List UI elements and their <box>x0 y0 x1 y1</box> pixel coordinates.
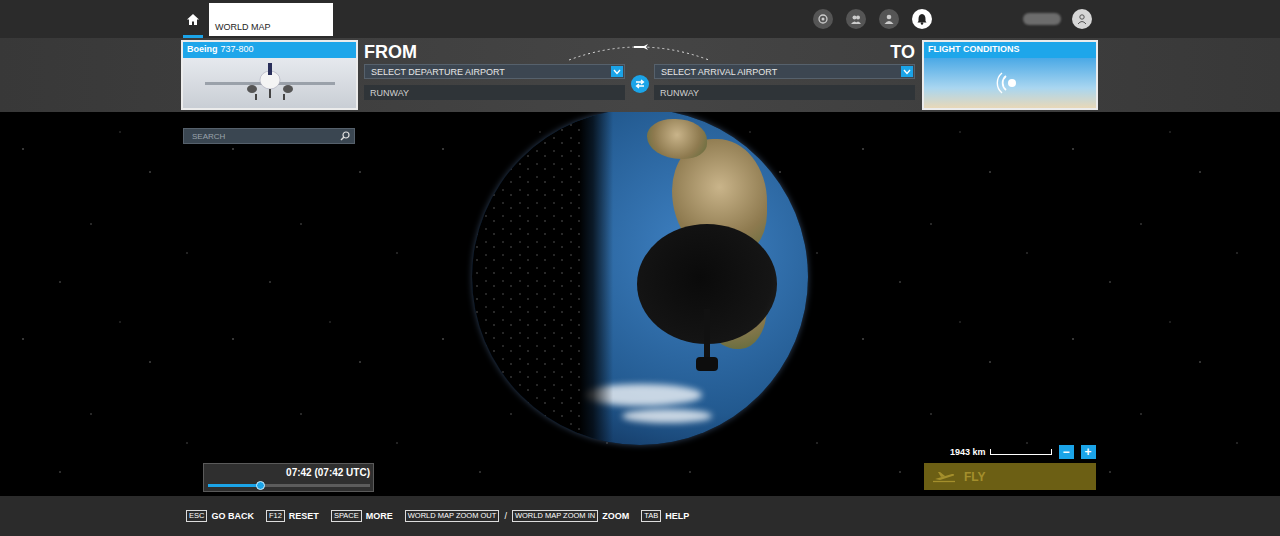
key-cap: SPACE <box>331 510 362 522</box>
time-slider-fill <box>208 484 261 487</box>
chevron-down-icon <box>903 69 911 75</box>
route-panel: FROM SELECT DEPARTURE AIRPORT RUNWAY TO SELE… <box>364 40 915 112</box>
time-of-day-panel: 07:42 (07:42 UTC) <box>203 463 374 492</box>
hint-separator: / <box>504 511 507 521</box>
city-lights <box>472 112 582 445</box>
profile-icon <box>883 13 895 25</box>
key-cap: WORLD MAP ZOOM OUT <box>405 510 500 522</box>
fly-label: FLY <box>964 470 986 484</box>
departure-airport-placeholder: SELECT DEPARTURE AIRPORT <box>371 67 505 77</box>
arrival-airport-dropdown[interactable]: SELECT ARRIVAL AIRPORT <box>654 64 915 79</box>
avatar-button[interactable] <box>1072 9 1092 29</box>
hint-item[interactable]: ESC GO BACK <box>186 510 254 522</box>
swap-button[interactable] <box>631 75 649 93</box>
key-cap: WORLD MAP ZOOM IN <box>512 510 598 522</box>
departure-runway-field[interactable]: RUNWAY <box>364 85 625 100</box>
landing-wheels <box>696 357 718 371</box>
scale-reading: 1943 km <box>950 447 986 457</box>
search-input[interactable] <box>192 132 340 141</box>
arrival-airport-placeholder: SELECT ARRIVAL AIRPORT <box>661 67 777 77</box>
header-icons <box>813 0 1280 38</box>
takeoff-icon <box>932 471 956 483</box>
from-label-text: FROM <box>364 42 417 63</box>
scale-bar <box>990 449 1052 455</box>
time-slider-track[interactable] <box>208 484 370 487</box>
search-icon <box>340 131 350 141</box>
flight-conditions-card[interactable]: FLIGHT CONDITIONS <box>922 40 1098 110</box>
landing-gear <box>704 309 710 364</box>
key-cap: TAB <box>641 510 661 522</box>
to-label-text: TO <box>890 42 915 63</box>
breadcrumb-label: WORLD MAP <box>215 22 271 32</box>
header-button[interactable] <box>879 9 899 29</box>
flight-conditions-title: FLIGHT CONDITIONS <box>928 44 1020 56</box>
search-field[interactable] <box>183 128 355 144</box>
hint-item[interactable]: SPACE MORE <box>331 510 393 522</box>
arrival-runway-label: RUNWAY <box>660 88 699 98</box>
hint-item[interactable]: WORLD MAP ZOOM OUT / WORLD MAP ZOOM IN ZOOM <box>405 510 629 522</box>
header-button[interactable] <box>846 9 866 29</box>
chevron-down-icon <box>613 69 621 75</box>
friends-icon <box>850 13 862 25</box>
username-blurred <box>1023 13 1061 25</box>
home-icon <box>186 13 200 26</box>
marketplace-icon <box>817 13 829 25</box>
aircraft-picture <box>183 58 356 108</box>
zoom-in-button[interactable]: + <box>1081 445 1096 459</box>
from-label: FROM <box>364 40 625 64</box>
home-button[interactable] <box>183 3 203 38</box>
hint-label: ZOOM <box>602 511 629 521</box>
from-column: FROM SELECT DEPARTURE AIRPORT RUNWAY <box>364 40 625 112</box>
top-bar: WORLD MAP <box>0 0 1280 38</box>
weather-icon <box>995 68 1025 98</box>
aircraft-card-header: Boeing737-800 <box>183 42 356 58</box>
conditions-picture <box>924 58 1096 108</box>
flight-conditions-header: FLIGHT CONDITIONS <box>924 42 1096 58</box>
key-cap: F12 <box>266 510 285 522</box>
hint-bar: ESC GO BACK F12 RESET SPACE MORE WORLD MAP ZOO… <box>0 496 1280 536</box>
key-cap: ESC <box>186 510 207 522</box>
route-arc-icon <box>564 40 714 62</box>
swap-column <box>625 40 654 112</box>
hint-label: HELP <box>665 511 689 521</box>
departure-airport-dropdown[interactable]: SELECT DEPARTURE AIRPORT <box>364 64 625 79</box>
bell-icon <box>916 13 928 25</box>
swap-icon <box>634 78 646 90</box>
hint-item[interactable]: F12 RESET <box>266 510 319 522</box>
to-column: TO SELECT ARRIVAL AIRPORT RUNWAY <box>654 40 915 112</box>
breadcrumb-tab[interactable]: WORLD MAP <box>209 3 333 36</box>
aircraft-card[interactable]: Boeing737-800 <box>181 40 358 110</box>
time-reading: 07:42 (07:42 UTC) <box>208 467 370 478</box>
time-slider-knob[interactable] <box>256 481 265 490</box>
aircraft-manufacturer: Boeing <box>187 44 218 56</box>
flight-setup-band: Boeing737-800 FROM SELECT DEPARTURE AIRPOR… <box>0 38 1280 112</box>
hint-label: GO BACK <box>211 511 254 521</box>
to-label: TO <box>654 40 915 64</box>
world-map[interactable]: 07:42 (07:42 UTC) 1943 km −+ FLY <box>0 112 1280 496</box>
hint-label: RESET <box>289 511 319 521</box>
departure-runway-label: RUNWAY <box>370 88 409 98</box>
map-scale: 1943 km −+ <box>950 445 1096 459</box>
header-button[interactable] <box>912 9 932 29</box>
fly-button[interactable]: FLY <box>924 463 1096 490</box>
avatar-icon <box>1076 13 1088 25</box>
hint-item[interactable]: TAB HELP <box>641 510 689 522</box>
zoom-out-button[interactable]: − <box>1059 445 1074 459</box>
dropdown-chevron <box>901 66 913 77</box>
arrival-runway-field[interactable]: RUNWAY <box>654 85 915 100</box>
dropdown-chevron <box>611 66 623 77</box>
header-button[interactable] <box>813 9 833 29</box>
aircraft-model: 737-800 <box>221 44 254 56</box>
hint-label: MORE <box>366 511 393 521</box>
aircraft-icon <box>195 60 345 106</box>
